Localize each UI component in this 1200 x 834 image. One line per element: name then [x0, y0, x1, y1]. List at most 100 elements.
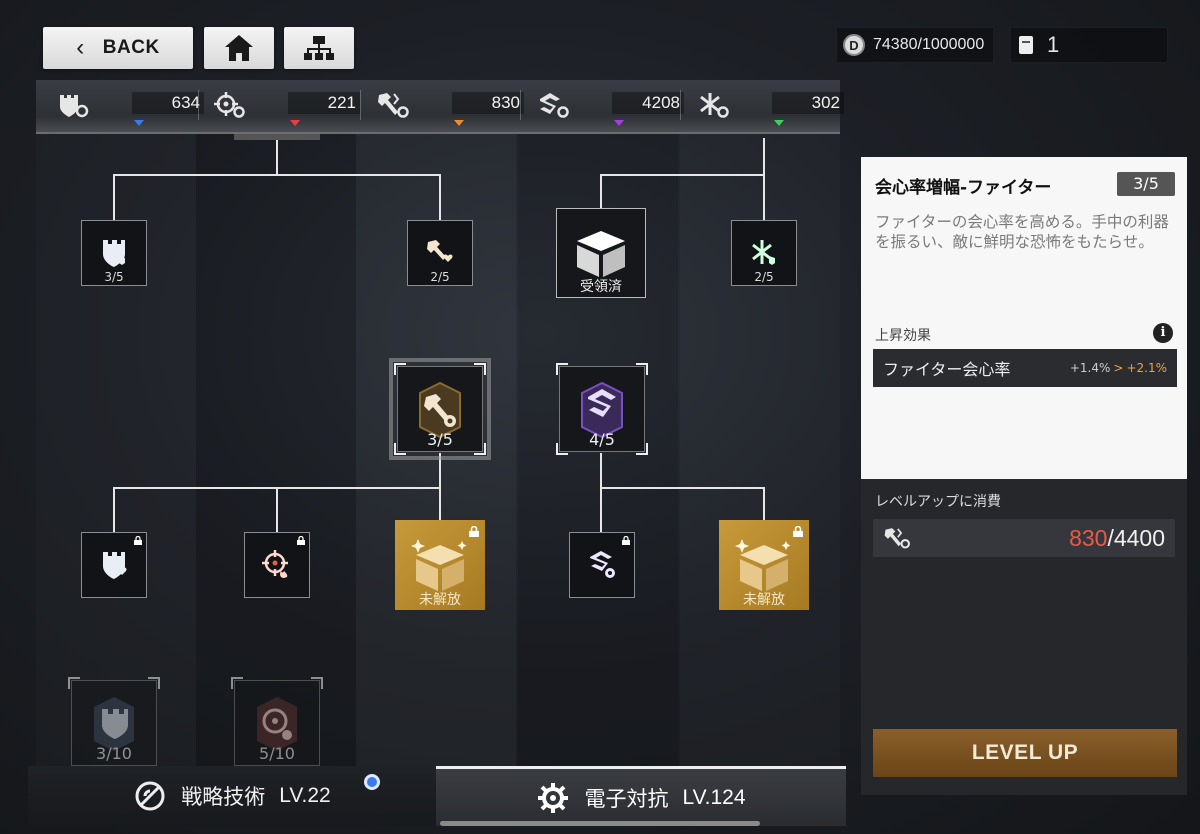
back-button[interactable]: ‹ BACK	[43, 27, 193, 69]
cost-need: /4400	[1107, 524, 1165, 551]
tab-label: 電子対抗	[584, 786, 669, 811]
cost-have: 830	[1069, 524, 1108, 551]
node-level: 3/5	[104, 270, 124, 284]
electronic-gear-icon	[590, 551, 615, 578]
strategy-icon	[133, 779, 167, 813]
skill-node-crosshair-locked[interactable]	[244, 532, 310, 598]
effect-label: 上昇効果	[875, 328, 931, 344]
cost-value: 830/4400	[911, 525, 1165, 552]
tab-level: LV.22	[279, 784, 331, 807]
effect-name: ファイター会心率	[883, 360, 1011, 379]
lock-icon	[793, 526, 803, 537]
skill-info: 会心率増幅-ファイター 3/5 ファイターの会心率を高める。手中の利器を振るい、…	[861, 157, 1187, 479]
effect-new-value: +2.1%	[1126, 361, 1167, 375]
book-counter: 1	[1010, 27, 1168, 63]
skill-node-fighter-crit[interactable]: 3/5	[389, 358, 491, 460]
node-level: 5/10	[259, 744, 295, 763]
column-band	[196, 130, 356, 770]
coin-icon: D	[843, 34, 865, 56]
book-value: 1	[1047, 32, 1060, 57]
effect-row: ファイター会心率 +1.4% > +2.1%	[873, 349, 1177, 387]
stat-fighter[interactable]: 830	[374, 88, 524, 126]
skill-node-tank-advanced[interactable]: 3/10	[68, 677, 160, 766]
tab-electronic[interactable]: 電子対抗 LV.124	[436, 766, 846, 826]
stat-value: 221	[288, 92, 360, 114]
tank-heart-icon	[103, 552, 127, 579]
stat-value: 830	[452, 92, 524, 114]
stat-value: 634	[132, 92, 204, 114]
bottom-tab-bar: 戦略技術 LV.22 電子対抗 LV.124	[28, 766, 846, 826]
crosshair-stat-icon	[210, 90, 248, 120]
support-stat-icon	[694, 90, 732, 120]
stat-electronic[interactable]: 4208	[534, 88, 684, 126]
reward-box-claimed[interactable]: 受領済	[556, 208, 646, 298]
support-shield-icon	[752, 240, 775, 265]
stat-bar: 634 221 830 4208 302	[36, 80, 844, 134]
stat-tank[interactable]: 634	[54, 88, 204, 126]
level-up-button[interactable]: LEVEL UP	[873, 729, 1177, 777]
home-indicator[interactable]	[440, 821, 760, 826]
back-label: BACK	[102, 37, 160, 58]
info-icon[interactable]: i	[1153, 323, 1173, 343]
skill-node-tank-hp-locked[interactable]	[81, 532, 147, 598]
tank-shield-icon	[103, 240, 125, 267]
skill-node-electronic-locked[interactable]	[569, 532, 635, 598]
coin-counter: D 74380/1000000	[836, 27, 994, 63]
fighter-resource-icon	[884, 528, 910, 549]
level-up-cost: レベルアップに消費 830/4400 LEVEL UP	[861, 479, 1187, 795]
tab-strategy[interactable]: 戦略技術 LV.22	[28, 766, 436, 826]
stat-indicator	[614, 120, 624, 126]
skill-description: ファイターの会心率を高める。手中の利器を振るい、敵に鮮明な恐怖をもたらせ。	[875, 213, 1169, 251]
node-level: 未解放	[743, 592, 785, 608]
stat-indicator	[774, 120, 784, 126]
stat-indicator	[290, 120, 300, 126]
gear-icon	[536, 781, 570, 815]
lock-icon	[134, 536, 142, 545]
divider	[360, 90, 361, 120]
skill-node-crosshair-advanced[interactable]: 5/10	[231, 677, 323, 766]
tree-icon	[304, 36, 334, 60]
stat-support[interactable]: 302	[694, 88, 844, 126]
node-level: 受領済	[580, 279, 622, 295]
box-icon	[735, 539, 791, 591]
lock-icon	[469, 526, 479, 537]
box-icon	[577, 231, 625, 277]
tank-stat-icon	[54, 90, 92, 120]
node-level: 4/5	[589, 430, 615, 449]
divider	[520, 90, 521, 120]
cost-label: レベルアップに消費	[875, 494, 1001, 510]
node-level: 3/10	[96, 744, 132, 763]
stat-indicator	[454, 120, 464, 126]
electronic-stat-icon	[534, 90, 572, 120]
divider	[680, 90, 681, 120]
chevron-left-icon: ‹	[76, 34, 85, 61]
stat-value: 302	[772, 92, 844, 114]
skill-tree-button[interactable]	[284, 27, 354, 69]
tab-level: LV.124	[682, 785, 746, 809]
cost-row: 830/4400	[873, 519, 1175, 557]
coin-value: 74380/1000000	[873, 36, 985, 53]
reward-box-locked[interactable]: 未解放	[395, 520, 485, 610]
skill-node-support-defense[interactable]: 2/5	[731, 220, 797, 286]
skill-node-electronic[interactable]: 4/5	[556, 363, 648, 455]
lock-icon	[297, 536, 305, 545]
box-icon	[411, 539, 467, 591]
divider	[198, 90, 199, 120]
node-level: 未解放	[419, 592, 461, 608]
skill-level-badge: 3/5	[1117, 172, 1175, 196]
home-icon	[225, 35, 253, 61]
stat-value: 4208	[612, 92, 684, 114]
effect-old-value: +1.4%	[1069, 361, 1111, 375]
node-level: 3/5	[427, 430, 453, 449]
book-icon	[1019, 36, 1033, 54]
tab-label: 戦略技術	[181, 785, 266, 809]
fighter-heart-icon	[427, 240, 453, 262]
home-button[interactable]	[204, 27, 274, 69]
effect-arrow: >	[1113, 361, 1124, 375]
stat-indicator	[134, 120, 144, 126]
skill-node-fighter-hp[interactable]: 2/5	[407, 220, 473, 286]
skill-node-tank-defense[interactable]: 3/5	[81, 220, 147, 286]
stat-crosshair[interactable]: 221	[210, 88, 360, 126]
crosshair-fire-icon	[262, 550, 288, 578]
reward-box-locked[interactable]: 未解放	[719, 520, 809, 610]
